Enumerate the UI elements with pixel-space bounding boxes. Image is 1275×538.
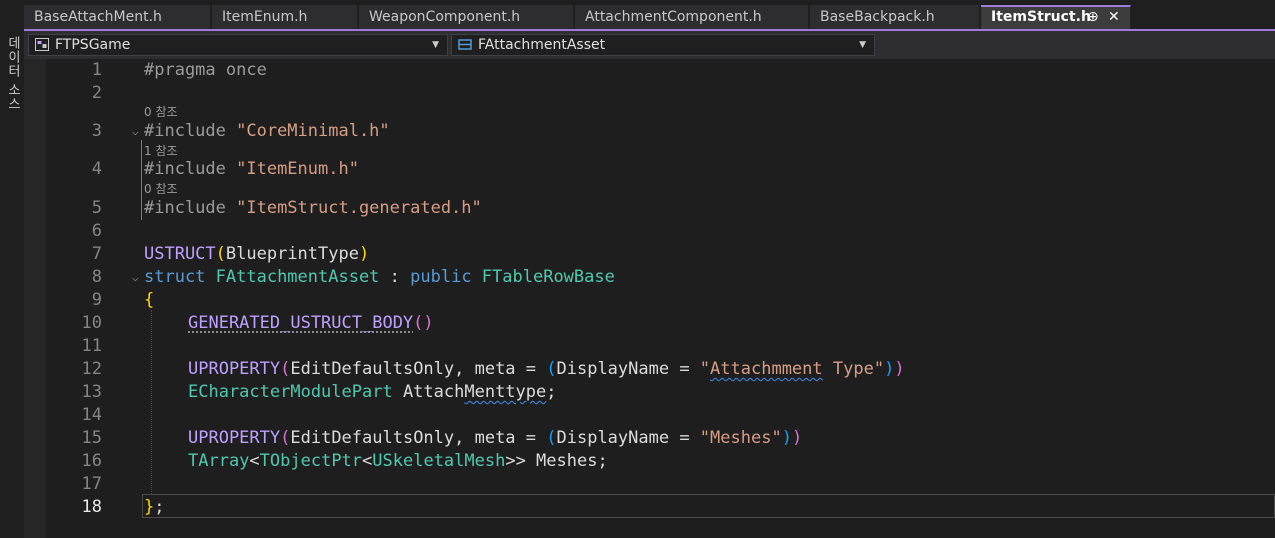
code-line: 17 bbox=[24, 473, 1275, 496]
code-text: USTRUCT(BlueprintType) bbox=[144, 244, 370, 264]
chevron-down-icon: ▼ bbox=[432, 40, 439, 50]
tab-itemenum[interactable]: ItemEnum.h bbox=[212, 5, 358, 29]
code-text: GENERATED_USTRUCT_BODY() bbox=[188, 313, 434, 333]
code-text: }; bbox=[144, 497, 165, 517]
project-dropdown[interactable]: FTPSGame ▼ bbox=[28, 34, 448, 56]
project-name: FTPSGame bbox=[55, 37, 131, 53]
tab-weaponcomponent[interactable]: WeaponComponent.h bbox=[359, 5, 574, 29]
scope-name: FAttachmentAsset bbox=[478, 37, 606, 53]
code-text: ECharacterModulePart AttachMenttype; bbox=[188, 382, 557, 402]
code-text: #include "CoreMinimal.h" bbox=[144, 121, 390, 141]
code-text: #pragma once bbox=[144, 60, 267, 80]
tab-itemstruct[interactable]: ItemStruct.h ⊕ ✕ bbox=[981, 5, 1131, 29]
code-line: 14 bbox=[24, 404, 1275, 427]
line-number: 1 bbox=[91, 60, 102, 80]
line-number: 9 bbox=[91, 290, 102, 310]
code-line: 12 UPROPERTY(EditDefaultsOnly, meta = (D… bbox=[24, 358, 1275, 381]
fold-chevron-icon[interactable]: ⌵ bbox=[132, 120, 139, 143]
code-editor[interactable]: 1 #pragma once 2 0 참조 3 ⌵ #include "Core… bbox=[24, 59, 1275, 538]
tab-label: WeaponComponent.h bbox=[369, 9, 521, 25]
tab-label: ItemStruct.h bbox=[991, 9, 1091, 25]
codelens-references[interactable]: 0 참조 bbox=[144, 104, 178, 120]
code-line: 6 bbox=[24, 220, 1275, 243]
fold-chevron-icon[interactable]: ⌵ bbox=[132, 266, 139, 289]
line-number: 4 bbox=[91, 159, 102, 179]
line-number: 12 bbox=[81, 359, 102, 379]
line-number: 2 bbox=[91, 83, 102, 103]
line-number: 10 bbox=[81, 313, 102, 333]
code-text: UPROPERTY(EditDefaultsOnly, meta = (Disp… bbox=[188, 359, 905, 379]
data-sources-tab[interactable]: 데이터 소스 bbox=[3, 36, 22, 111]
document-tab-bar: BaseAttachMent.h ItemEnum.h WeaponCompon… bbox=[24, 0, 1275, 31]
code-text: TArray<TObjectPtr<USkeletalMesh>> Meshes… bbox=[188, 451, 608, 471]
code-text: { bbox=[144, 290, 155, 310]
code-line: 18 }; bbox=[24, 496, 1275, 519]
tab-label: ItemEnum.h bbox=[222, 9, 308, 25]
line-number: 8 bbox=[91, 267, 102, 287]
side-tool-panel: 데이터 소스 bbox=[0, 0, 24, 538]
code-area[interactable]: 1 #pragma once 2 0 참조 3 ⌵ #include "Core… bbox=[24, 59, 1275, 538]
close-icon[interactable]: ✕ bbox=[1108, 7, 1120, 28]
code-line: 3 ⌵ #include "CoreMinimal.h" bbox=[24, 120, 1275, 143]
code-text: #include "ItemEnum.h" bbox=[144, 159, 359, 179]
tab-baseattachment[interactable]: BaseAttachMent.h bbox=[24, 5, 211, 29]
line-number: 3 bbox=[91, 121, 102, 141]
tab-label: BaseAttachMent.h bbox=[34, 9, 162, 25]
line-number: 14 bbox=[81, 405, 102, 425]
tab-attachmentcomponent[interactable]: AttachmentComponent.h bbox=[575, 5, 809, 29]
line-number: 5 bbox=[91, 198, 102, 218]
code-text: struct FAttachmentAsset : public FTableR… bbox=[144, 267, 615, 287]
line-number: 6 bbox=[91, 221, 102, 241]
line-number: 13 bbox=[81, 382, 102, 402]
code-line: 8 ⌵ struct FAttachmentAsset : public FTa… bbox=[24, 266, 1275, 289]
indicator-margin bbox=[24, 59, 46, 538]
tab-label: AttachmentComponent.h bbox=[585, 9, 762, 25]
line-number: 11 bbox=[81, 336, 102, 356]
code-line: 7 USTRUCT(BlueprintType) bbox=[24, 243, 1275, 266]
codelens-references[interactable]: 1 참조 bbox=[144, 143, 178, 159]
tab-basebackpack[interactable]: BaseBackpack.h bbox=[810, 5, 980, 29]
code-line: 9 { bbox=[24, 289, 1275, 312]
code-text: #include "ItemStruct.generated.h" bbox=[144, 198, 482, 218]
chevron-down-icon: ▼ bbox=[859, 40, 866, 50]
code-line: 10 GENERATED_USTRUCT_BODY() bbox=[24, 312, 1275, 335]
pin-icon[interactable]: ⊕ bbox=[1087, 7, 1099, 28]
code-line: 16 TArray<TObjectPtr<USkeletalMesh>> Mes… bbox=[24, 450, 1275, 473]
codelens-references[interactable]: 0 참조 bbox=[144, 181, 178, 197]
line-number: 18 bbox=[81, 497, 102, 517]
line-number: 17 bbox=[81, 474, 102, 494]
code-line: 11 bbox=[24, 335, 1275, 358]
line-number: 16 bbox=[81, 451, 102, 471]
navigation-bar: FTPSGame ▼ FAttachmentAsset ▼ bbox=[24, 31, 1275, 59]
code-line: 5 #include "ItemStruct.generated.h" bbox=[24, 197, 1275, 220]
code-line: 2 bbox=[24, 82, 1275, 105]
code-line: 13 ECharacterModulePart AttachMenttype; bbox=[24, 381, 1275, 404]
code-line: 15 UPROPERTY(EditDefaultsOnly, meta = (D… bbox=[24, 427, 1275, 450]
code-line: 4 #include "ItemEnum.h" bbox=[24, 158, 1275, 181]
code-line: 1 #pragma once bbox=[24, 59, 1275, 82]
tab-label: BaseBackpack.h bbox=[820, 9, 935, 25]
code-text: UPROPERTY(EditDefaultsOnly, meta = (Disp… bbox=[188, 428, 803, 448]
line-number: 15 bbox=[81, 428, 102, 448]
line-number: 7 bbox=[91, 244, 102, 264]
struct-icon bbox=[458, 39, 472, 50]
project-icon bbox=[35, 38, 49, 51]
scope-dropdown[interactable]: FAttachmentAsset ▼ bbox=[451, 34, 875, 56]
